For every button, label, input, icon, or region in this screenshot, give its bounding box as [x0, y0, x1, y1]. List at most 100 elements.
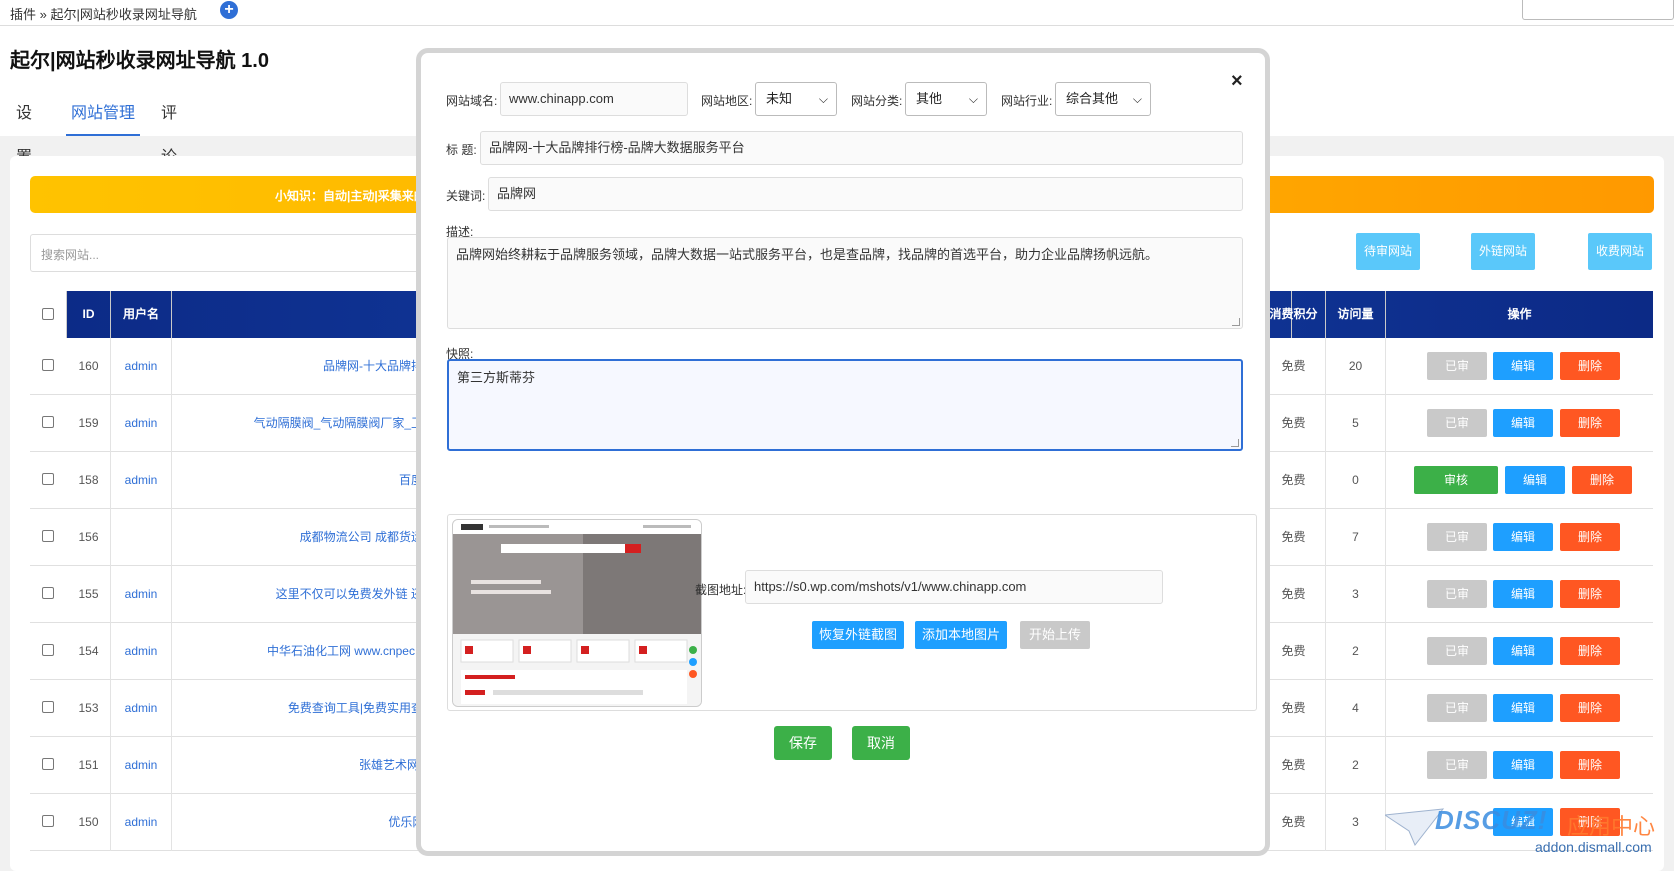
title-input[interactable]: 品牌网-十大品牌排行榜-品牌大数据服务平台: [480, 131, 1243, 165]
screenshot-url-input[interactable]: https://s0.wp.com/mshots/v1/www.chinapp.…: [745, 570, 1163, 604]
cell-user[interactable]: admin: [111, 737, 172, 794]
row-checkbox[interactable]: [42, 530, 54, 542]
save-button[interactable]: 保存: [774, 726, 832, 760]
cell-id: 160: [67, 338, 111, 395]
breadcrumb: 插件 » 起尔|网站秒收录网址导航: [10, 7, 197, 22]
edit-button[interactable]: 编辑: [1493, 580, 1553, 608]
delete-button[interactable]: 删除: [1560, 751, 1620, 779]
row-checkbox[interactable]: [42, 416, 54, 428]
add-shortcut-icon[interactable]: +: [220, 1, 238, 19]
cell-site[interactable]: 成都物流公司 成都货运公司: [172, 509, 452, 566]
row-checkbox[interactable]: [42, 644, 54, 656]
domain-label: 网站域名:: [446, 94, 498, 108]
cell-user[interactable]: admin: [111, 452, 172, 509]
paid-sites-button[interactable]: 收费网站: [1588, 233, 1652, 270]
row-checkbox[interactable]: [42, 815, 54, 827]
approved-button[interactable]: 已审: [1427, 409, 1487, 437]
approved-button[interactable]: 已审: [1427, 694, 1487, 722]
cell-site[interactable]: 优乐网 - 生: [172, 794, 452, 851]
row-checkbox[interactable]: [42, 359, 54, 371]
delete-button[interactable]: 删除: [1560, 694, 1620, 722]
cell-user[interactable]: admin: [111, 566, 172, 623]
top-search-input[interactable]: [1522, 0, 1674, 20]
edit-button[interactable]: 编辑: [1493, 751, 1553, 779]
delete-button[interactable]: 删除: [1560, 409, 1620, 437]
page-title: 起尔|网站秒收录网址导航 1.0: [10, 50, 269, 72]
domain-input[interactable]: www.chinapp.com: [500, 82, 688, 116]
edit-button[interactable]: 编辑: [1493, 637, 1553, 665]
add-local-image-button[interactable]: 添加本地图片: [915, 621, 1007, 649]
delete-button[interactable]: 删除: [1560, 523, 1620, 551]
th-user: 用户名: [111, 291, 172, 338]
header-checkbox-cell: [30, 291, 67, 338]
delete-button[interactable]: 删除: [1560, 580, 1620, 608]
cell-user[interactable]: admin: [111, 680, 172, 737]
cell-user[interactable]: admin: [111, 338, 172, 395]
cell-visits: 2: [1326, 737, 1386, 794]
cell-site[interactable]: 品牌网-十大品牌排行榜: [172, 338, 452, 395]
approve-button[interactable]: 审核: [1414, 466, 1498, 494]
approved-button[interactable]: 已审: [1427, 352, 1487, 380]
edit-button[interactable]: 编辑: [1493, 409, 1553, 437]
cell-site[interactable]: 免费查询工具|免费实用查询工: [172, 680, 452, 737]
cell-site[interactable]: 中华石油化工网 www.cnpec.net—: [172, 623, 452, 680]
delete-button[interactable]: 删除: [1572, 466, 1632, 494]
cell-site[interactable]: 百度一下: [172, 452, 452, 509]
cell-user[interactable]: [111, 509, 172, 566]
resize-grip-icon[interactable]: [1231, 439, 1239, 447]
delete-button[interactable]: 删除: [1560, 637, 1620, 665]
start-upload-button[interactable]: 开始上传: [1020, 621, 1090, 649]
close-icon[interactable]: ×: [1231, 70, 1243, 93]
cell-visits: 20: [1326, 338, 1386, 395]
industry-label: 网站行业:: [1001, 94, 1053, 108]
cell-user[interactable]: admin: [111, 395, 172, 452]
approved-button[interactable]: 已审: [1427, 580, 1487, 608]
cancel-button[interactable]: 取消: [852, 726, 910, 760]
row-checkbox[interactable]: [42, 758, 54, 770]
keywords-input[interactable]: 品牌网: [488, 177, 1243, 211]
select-all-checkbox[interactable]: [42, 308, 54, 320]
cell-id: 155: [67, 566, 111, 623]
cell-site[interactable]: 气动隔膜阀_气动隔膜阀厂家_卫生级: [172, 395, 452, 452]
edit-site-dialog: × 网站域名: www.chinapp.com 网站地区: 未知 ⌵ 网站分类:…: [416, 48, 1270, 856]
site-search-input[interactable]: 搜索网站...: [30, 234, 430, 272]
edit-button[interactable]: 编辑: [1493, 352, 1553, 380]
edit-button[interactable]: 编辑: [1493, 523, 1553, 551]
cell-site[interactable]: 这里不仅可以免费发外链 还有免: [172, 566, 452, 623]
screenshot-image: [453, 520, 701, 706]
row-checkbox[interactable]: [42, 473, 54, 485]
resize-grip-icon[interactable]: [1232, 318, 1240, 326]
cell-visits: 4: [1326, 680, 1386, 737]
cell-points: 免费: [1262, 338, 1326, 395]
row-checkbox[interactable]: [42, 701, 54, 713]
pending-sites-button[interactable]: 待审网站: [1356, 233, 1420, 270]
tab-site-management[interactable]: 网站管理: [66, 92, 140, 136]
description-textarea[interactable]: 品牌网始终耕耘于品牌服务领域，品牌大数据一站式服务平台，也是查品牌，找品牌的首选…: [447, 237, 1243, 329]
external-sites-button[interactable]: 外链网站: [1471, 233, 1535, 270]
cell-user[interactable]: admin: [111, 794, 172, 851]
cell-points: 免费: [1262, 623, 1326, 680]
cell-id: 151: [67, 737, 111, 794]
cell-site[interactable]: 张雄艺术网-全球: [172, 737, 452, 794]
screenshot-box: 截图地址: https://s0.wp.com/mshots/v1/www.ch…: [447, 514, 1257, 711]
row-checkbox[interactable]: [42, 587, 54, 599]
category-select[interactable]: 其他 ⌵: [905, 82, 987, 116]
region-select[interactable]: 未知 ⌵: [755, 82, 837, 116]
approved-button[interactable]: 已审: [1427, 751, 1487, 779]
restore-screenshot-button[interactable]: 恢复外链截图: [812, 621, 904, 649]
tab-comment-management[interactable]: 评论管理: [161, 92, 177, 254]
edit-button[interactable]: 编辑: [1505, 466, 1565, 494]
cell-points: 免费: [1262, 794, 1326, 851]
cell-points: 免费: [1262, 452, 1326, 509]
delete-button[interactable]: 删除: [1560, 352, 1620, 380]
cell-visits: 5: [1326, 395, 1386, 452]
tab-settings[interactable]: 设置: [16, 92, 32, 166]
cell-points: 免费: [1262, 566, 1326, 623]
industry-select[interactable]: 综合其他 ⌵: [1055, 82, 1151, 116]
edit-button[interactable]: 编辑: [1493, 694, 1553, 722]
approved-button[interactable]: 已审: [1427, 523, 1487, 551]
cell-user[interactable]: admin: [111, 623, 172, 680]
keywords-label: 关键词:: [446, 189, 486, 203]
snapshot-textarea[interactable]: 第三方斯蒂芬: [447, 359, 1243, 451]
approved-button[interactable]: 已审: [1427, 637, 1487, 665]
